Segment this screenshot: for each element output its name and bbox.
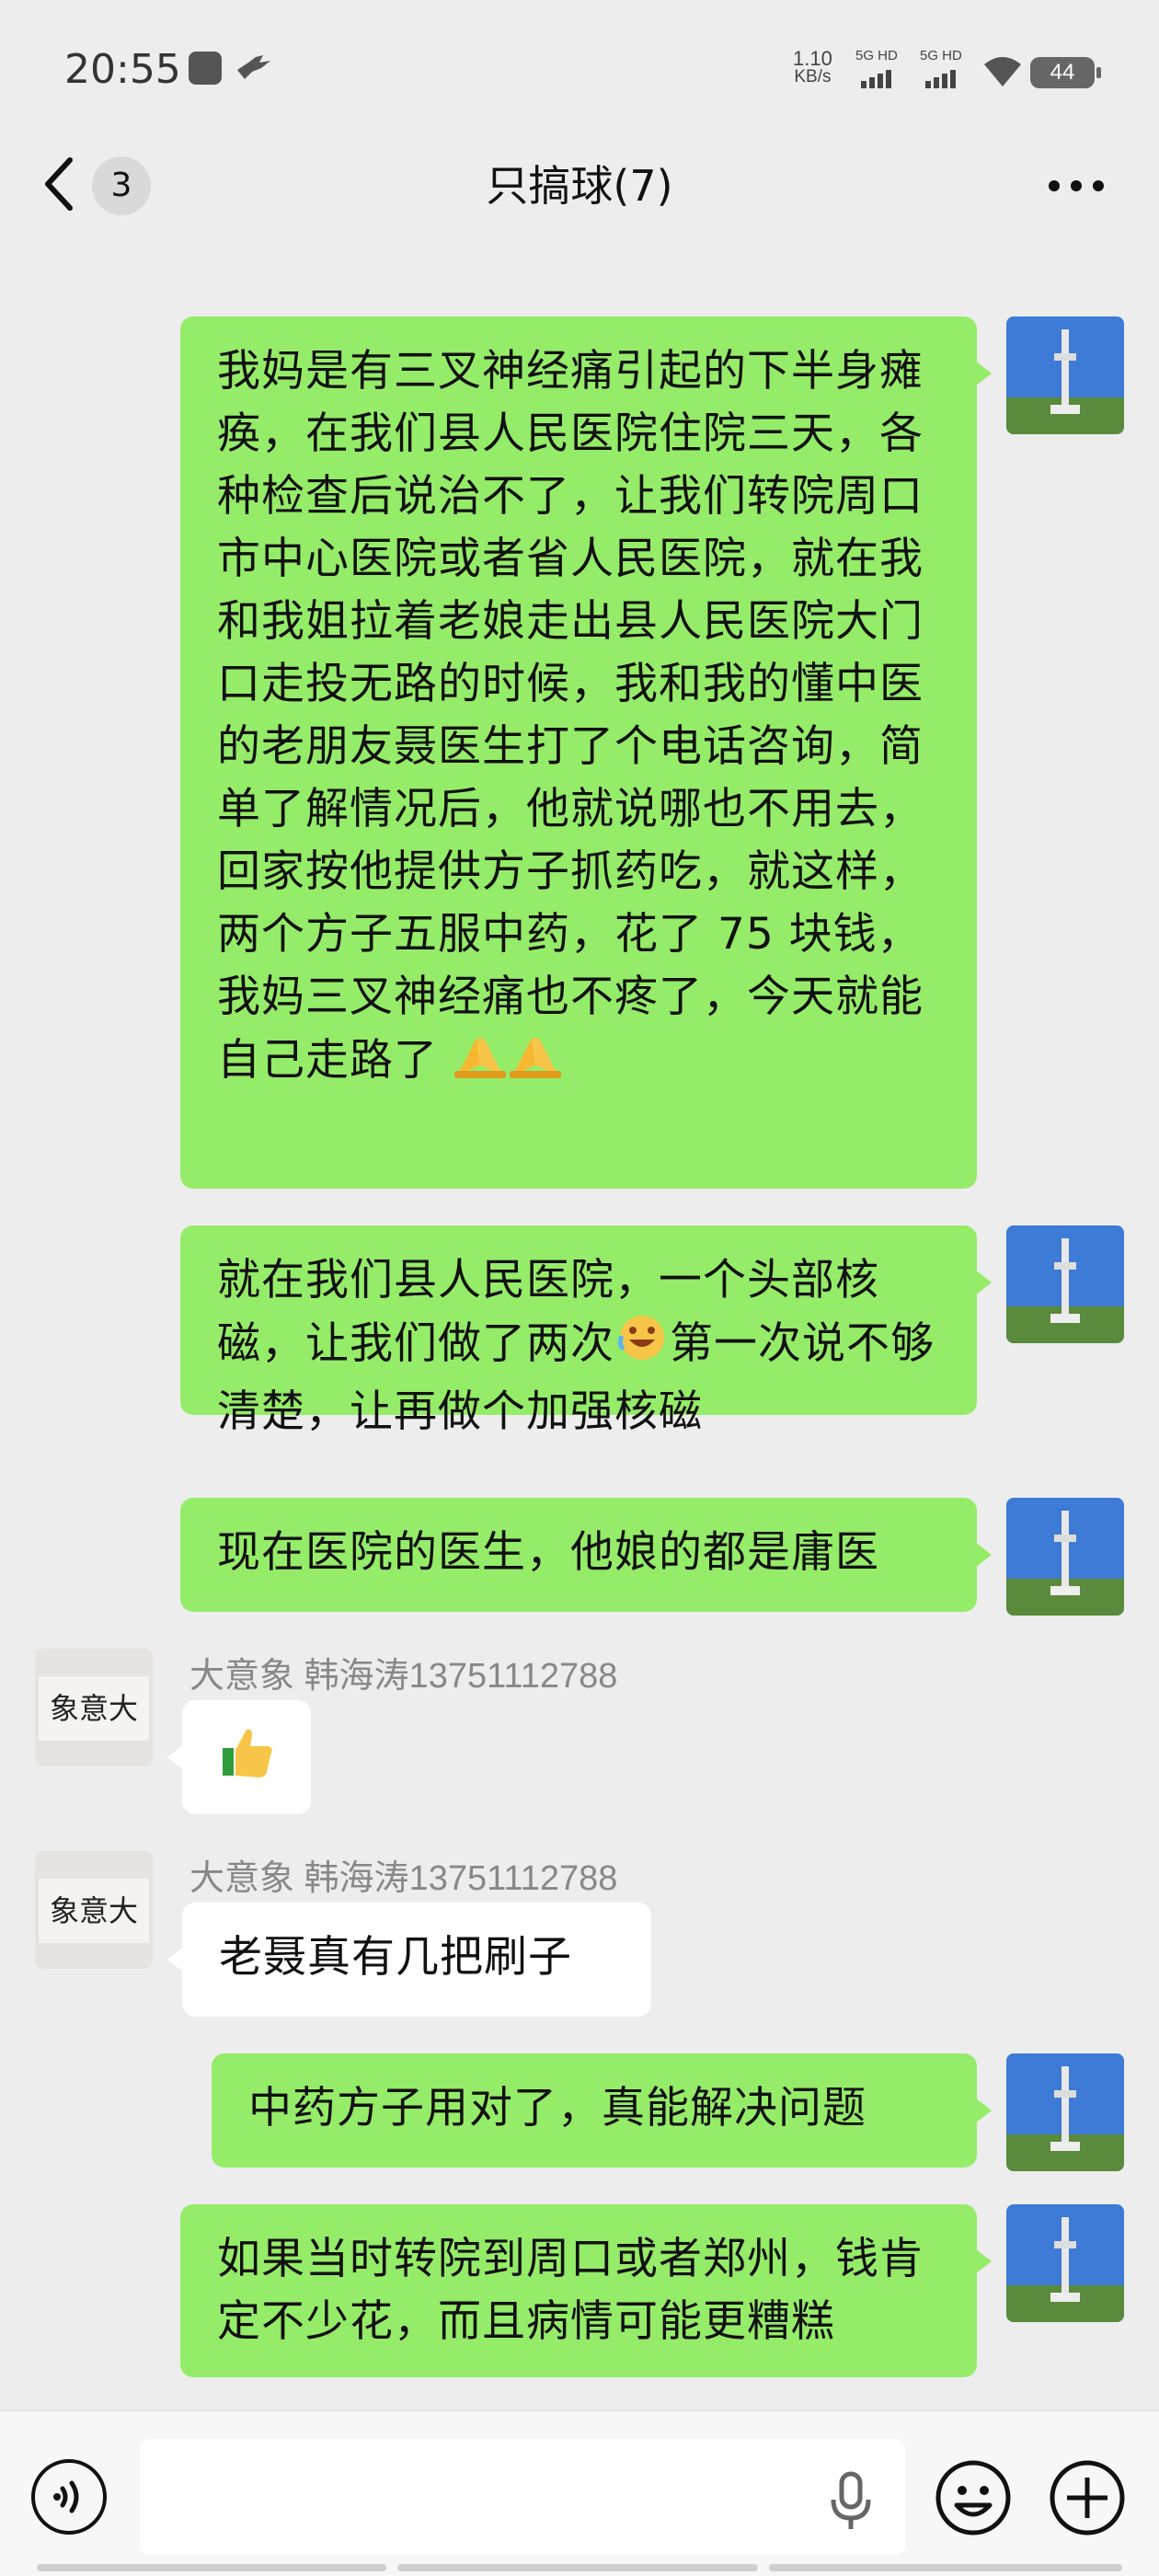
message-bubble-them[interactable]: 老聂真有几把刷子 — [167, 1903, 651, 2017]
sim2-signal-icon: 5G HD — [920, 48, 977, 90]
chat-title: 只搞球(7) — [486, 161, 673, 211]
emoji-face-icon[interactable] — [935, 2459, 1012, 2536]
voice-mode-icon[interactable] — [31, 2459, 107, 2535]
message-bubble-me[interactable]: 我妈是有三叉神经痛引起的下半身瘫痪，在我们县人民医院住院三天，各种检查后说治不了… — [180, 316, 992, 1189]
message-text: 现在医院的医生，他娘的都是庸医 — [217, 1527, 879, 1578]
message-text: 中药方子用对了，真能解决问题 — [248, 2083, 866, 2133]
plus-icon[interactable] — [1049, 2459, 1126, 2536]
message-bubble-me[interactable]: 中药方子用对了，真能解决问题 — [212, 2053, 992, 2168]
message-bubble-me[interactable]: 如果当时转院到周口或者郑州，钱肯定不少花，而且病情可能更糟糕 — [180, 2204, 992, 2377]
battery-indicator: 44 — [1030, 57, 1101, 88]
tv-tower-avatar[interactable] — [1006, 2053, 1124, 2171]
message-bubble-me[interactable]: 现在医院的医生，他娘的都是庸医 — [180, 1498, 992, 1612]
message-bubble-me[interactable]: 就在我们县人民医院，一个头部核磁，让我们做了两次 第一次说不够清楚，让再做个加强核… — [180, 1225, 992, 1437]
wifi-icon — [982, 55, 1023, 92]
tv-tower-avatar[interactable] — [1006, 1225, 1124, 1343]
sim1-label: 5G HD — [855, 48, 898, 63]
sim1-signal-icon: 5G HD — [855, 48, 912, 90]
calligraphy-avatar[interactable]: 象意大 — [35, 1851, 153, 1969]
app-notification-icon — [189, 52, 222, 85]
calligraphy-text: 象意大 — [50, 1691, 138, 1726]
folded-hands-emoji — [453, 1029, 508, 1098]
thumbs-up-emoji — [219, 1724, 276, 1799]
sender-name: 大意象 韩海涛13751112788 — [189, 1657, 618, 1696]
net-speed-unit: KB/s — [794, 67, 832, 86]
folded-hands-emoji — [508, 1029, 563, 1098]
message-text: 我妈是有三叉神经痛引起的下半身瘫痪，在我们县人民医院住院三天，各种检查后说治不了… — [217, 346, 924, 1086]
crying-laughing-emoji — [614, 1312, 670, 1381]
message-text: 老聂真有几把刷子 — [219, 1932, 572, 1983]
tv-tower-avatar[interactable] — [1006, 1498, 1124, 1616]
tv-tower-avatar[interactable] — [1006, 316, 1124, 434]
gesture-bar — [37, 2564, 386, 2571]
gesture-bar — [397, 2564, 758, 2571]
calligraphy-text: 象意大 — [50, 1893, 138, 1928]
input-bar — [0, 2410, 1159, 2576]
chat-message-list[interactable]: 我妈是有三叉神经痛引起的下半身瘫痪，在我们县人民医院住院三天，各种检查后说治不了… — [0, 258, 1159, 2410]
status-bar: 20:55 1.10 KB/s 5G HD 5G HD 44 — [0, 0, 1159, 138]
message-text: 如果当时转院到周口或者郑州，钱肯定不少花，而且病情可能更糟糕 — [217, 2234, 924, 2347]
bird-notification-icon — [235, 53, 272, 85]
more-dots-icon[interactable] — [1049, 180, 1107, 193]
gesture-bar — [769, 2564, 1122, 2571]
status-time: 20:55 — [64, 46, 181, 93]
sim2-label: 5G HD — [920, 48, 962, 63]
message-bubble-them[interactable] — [167, 1700, 311, 1814]
message-input[interactable] — [140, 2439, 905, 2555]
sender-name: 大意象 韩海涛13751112788 — [189, 1859, 618, 1898]
microphone-icon[interactable] — [828, 2468, 874, 2533]
tv-tower-avatar[interactable] — [1006, 2204, 1124, 2322]
network-speed: 1.10 KB/s — [793, 47, 832, 86]
calligraphy-avatar[interactable]: 象意大 — [35, 1649, 153, 1766]
net-speed-value: 1.10 — [793, 47, 832, 70]
